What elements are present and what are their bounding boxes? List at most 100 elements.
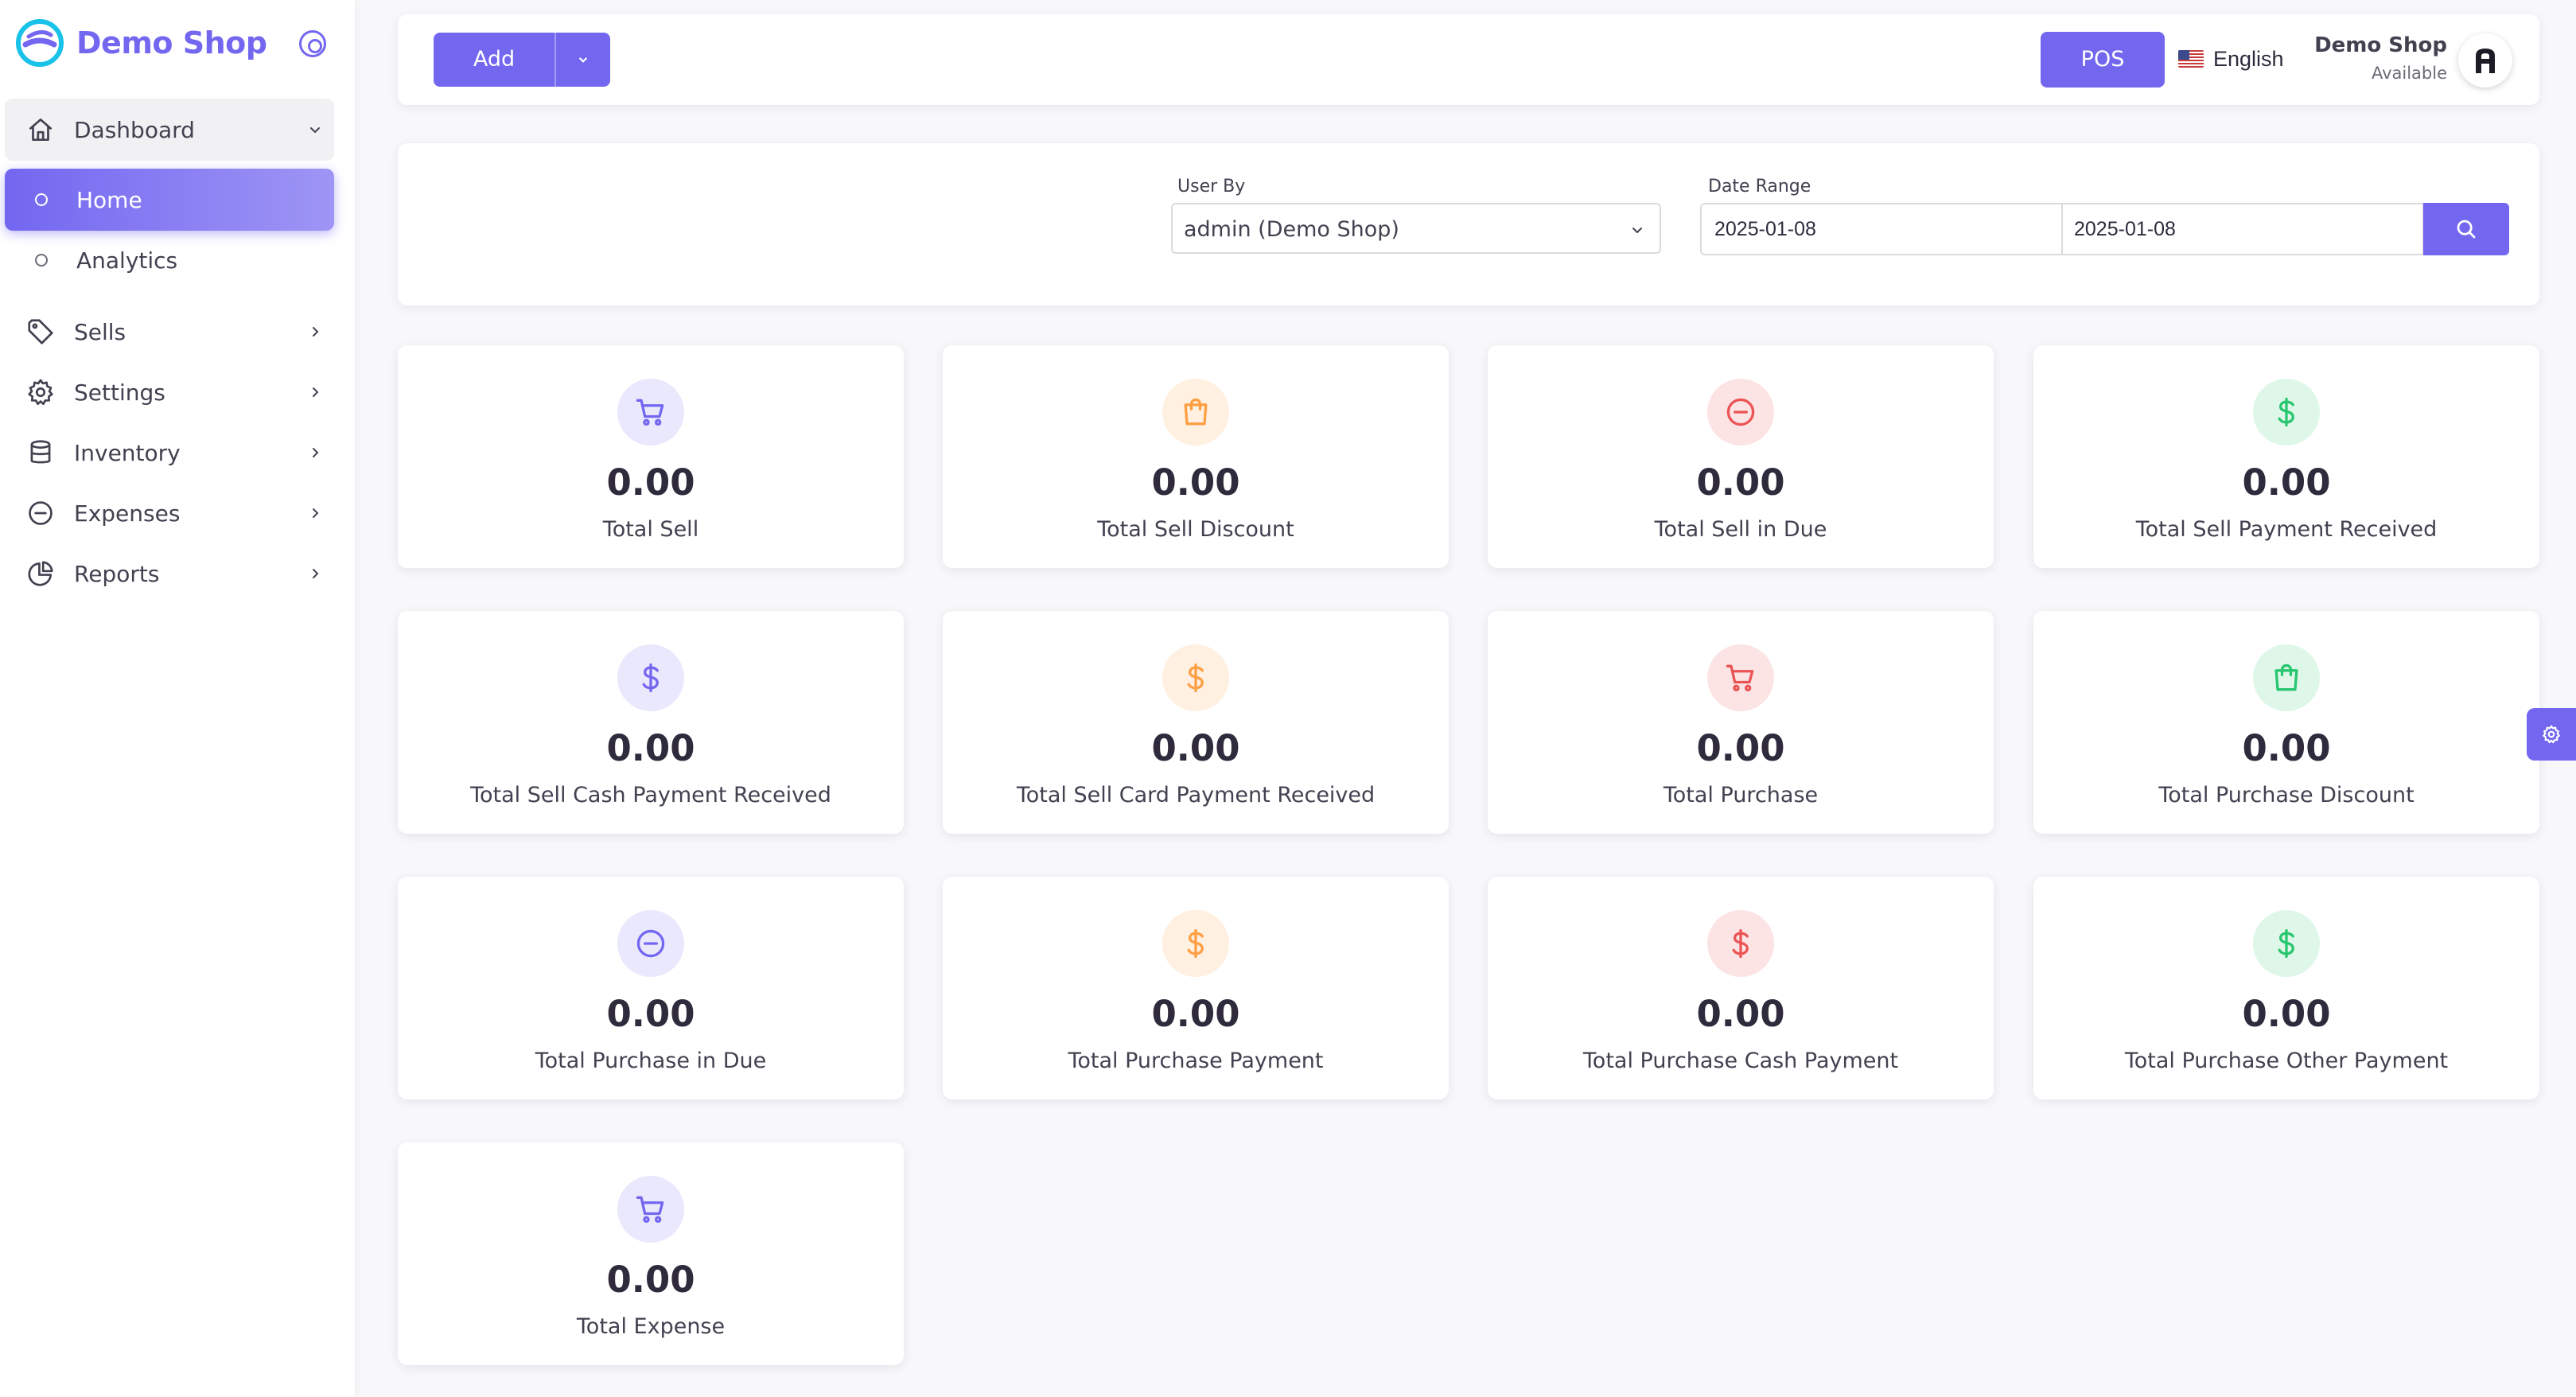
sidebar-subitem-label: Home <box>76 186 142 213</box>
theme-customizer-button[interactable] <box>2527 708 2576 761</box>
pos-button[interactable]: POS <box>2041 32 2165 88</box>
sidebar-item-reports[interactable]: Reports <box>5 543 334 605</box>
date-from-input[interactable]: 2025-01-08 <box>1700 203 2063 255</box>
search-button[interactable] <box>2423 203 2509 255</box>
add-dropdown-toggle[interactable] <box>555 33 610 87</box>
stat-icon-badge <box>1707 644 1774 711</box>
stat-value: 0.00 <box>1151 993 1240 1035</box>
sidebar-subitem-home[interactable]: Home <box>5 169 334 231</box>
stat-icon-badge <box>1162 379 1229 446</box>
brand[interactable]: Demo Shop <box>14 18 267 68</box>
radio-circle-icon[interactable] <box>299 30 326 57</box>
sidebar-item-sells[interactable]: Sells <box>5 301 334 363</box>
sidebar-subitem-analytics[interactable]: Analytics <box>5 229 334 291</box>
stat-icon-badge <box>617 1176 684 1243</box>
date-range-label: Date Range <box>1708 177 1811 197</box>
user-by-select[interactable]: admin (Demo Shop) <box>1171 203 1661 254</box>
sidebar: Demo Shop Dashboard Home Analytics Sells <box>0 0 355 1397</box>
sidebar-item-inventory[interactable]: Inventory <box>5 422 334 484</box>
stat-label: Total Purchase Cash Payment <box>1582 1049 1899 1073</box>
user-by-value: admin (Demo Shop) <box>1184 217 1399 242</box>
stat-value: 0.00 <box>1696 993 1785 1035</box>
stat-label: Total Sell Card Payment Received <box>1016 783 1376 807</box>
dollar-icon <box>1187 928 1204 959</box>
stat-label: Total Sell in Due <box>1654 517 1827 542</box>
sidebar-item-expenses[interactable]: Expenses <box>5 482 334 544</box>
cart-icon <box>636 1196 664 1224</box>
stat-value: 0.00 <box>2242 461 2331 504</box>
stat-icon-badge <box>2253 910 2320 977</box>
stat-value: 0.00 <box>606 461 695 504</box>
date-to-input[interactable]: 2025-01-08 <box>2061 203 2424 255</box>
stat-icon-badge <box>2253 644 2320 711</box>
home-icon <box>29 118 53 142</box>
sidebar-item-settings[interactable]: Settings <box>5 361 334 423</box>
stat-value: 0.00 <box>1151 727 1240 769</box>
sidebar-subitem-label: Analytics <box>76 247 178 274</box>
database-icon <box>30 440 51 464</box>
stat-icon-badge <box>1707 910 1774 977</box>
chevron-down-icon <box>1632 228 1642 234</box>
stat-card: 0.00 Total Sell in Due <box>1488 345 1994 568</box>
circle-bullet-icon <box>35 193 48 206</box>
stat-card: 0.00 Total Purchase Cash Payment <box>1488 877 1994 1099</box>
circle-bullet-icon <box>35 254 48 267</box>
stat-label: Total Sell Cash Payment Received <box>470 783 831 807</box>
stat-card: 0.00 Total Purchase Discount <box>2033 611 2539 834</box>
chevron-right-icon <box>313 448 319 457</box>
stat-icon-badge <box>1162 644 1229 711</box>
dollar-icon <box>2278 397 2294 427</box>
stat-value: 0.00 <box>1151 461 1240 504</box>
top-navbar: Add POS English Demo Shop Available <box>398 14 2539 105</box>
cart-icon <box>1726 664 1754 692</box>
stat-card: 0.00 Total Sell Payment Received <box>2033 345 2539 568</box>
stat-card: 0.00 Total Sell <box>398 345 904 568</box>
dollar-icon <box>1732 928 1749 959</box>
sidebar-item-label: Dashboard <box>74 116 195 143</box>
stat-card: 0.00 Total Sell Discount <box>943 345 1449 568</box>
chevron-right-icon <box>313 508 319 518</box>
dollar-icon <box>642 663 659 693</box>
user-status: Available <box>2371 64 2447 83</box>
stat-card: 0.00 Total Sell Cash Payment Received <box>398 611 904 834</box>
dollar-icon <box>1187 663 1204 693</box>
brand-logo-icon <box>16 19 64 67</box>
sidebar-item-label: Sells <box>74 318 126 345</box>
language-selector[interactable]: English <box>2178 45 2284 73</box>
stat-value: 0.00 <box>2242 727 2331 769</box>
stat-icon-badge <box>617 644 684 711</box>
stat-value: 0.00 <box>1696 461 1785 504</box>
tag-icon <box>28 319 53 344</box>
dollar-icon <box>2278 928 2294 959</box>
chevron-right-icon <box>313 387 319 397</box>
brand-name: Demo Shop <box>76 25 267 60</box>
sidebar-item-dashboard[interactable]: Dashboard <box>5 99 334 161</box>
stat-icon-badge <box>1707 379 1774 446</box>
stat-value: 0.00 <box>606 1259 695 1301</box>
avatar[interactable] <box>2458 33 2512 88</box>
stat-label: Total Purchase <box>1663 783 1819 807</box>
stat-value: 0.00 <box>1696 727 1785 769</box>
sidebar-item-label: Settings <box>74 379 165 406</box>
chevron-right-icon <box>313 327 319 337</box>
cart-icon <box>636 399 664 426</box>
add-button[interactable]: Add <box>434 33 555 87</box>
gear-icon <box>28 379 53 406</box>
gear-icon <box>2543 725 2560 744</box>
minus-circle-icon <box>1726 398 1755 426</box>
stat-label: Total Purchase Discount <box>2158 783 2415 807</box>
stat-label: Total Purchase Other Payment <box>2124 1049 2449 1073</box>
stat-label: Total Purchase in Due <box>535 1049 767 1073</box>
language-label: English <box>2213 46 2284 71</box>
minus-circle-icon <box>636 929 665 958</box>
shopping-bag-icon <box>2274 663 2298 691</box>
stat-card: 0.00 Total Purchase in Due <box>398 877 904 1099</box>
user-name: Demo Shop <box>2314 33 2447 57</box>
stat-label: Total Purchase Payment <box>1068 1049 1324 1073</box>
stat-value: 0.00 <box>606 727 695 769</box>
pie-chart-icon <box>28 561 53 586</box>
stat-card: 0.00 Total Purchase Other Payment <box>2033 877 2539 1099</box>
stat-card: 0.00 Total Purchase <box>1488 611 1994 834</box>
stat-icon-badge <box>1162 910 1229 977</box>
sidebar-item-label: Inventory <box>74 439 181 466</box>
